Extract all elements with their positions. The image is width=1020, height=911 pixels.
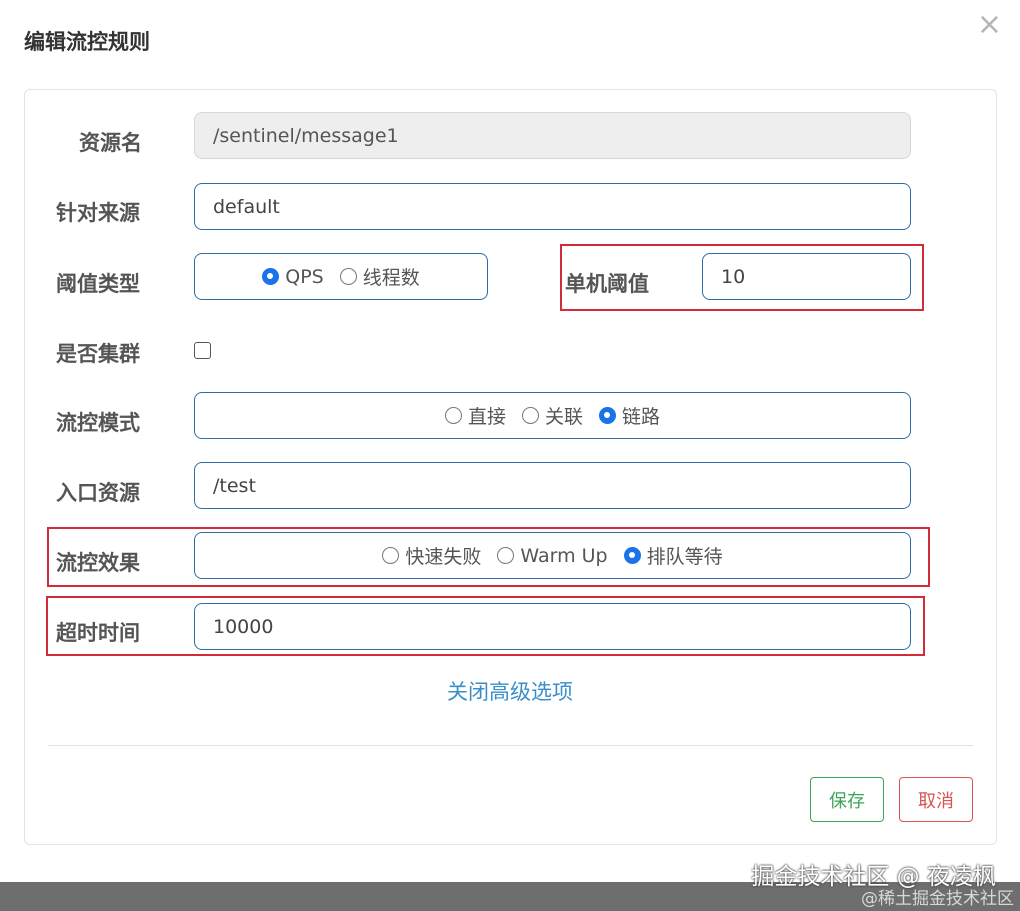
radio-label: QPS bbox=[285, 265, 324, 288]
limit-app-label: 针对来源 bbox=[56, 201, 140, 225]
single-threshold-label: 单机阈值 bbox=[565, 272, 649, 296]
threshold-type-option-qps[interactable]: QPS bbox=[262, 265, 324, 288]
toggle-advanced-options-link[interactable]: 关闭高级选项 bbox=[0, 676, 1020, 706]
radio-label: 快速失败 bbox=[405, 546, 482, 568]
resource-name-input: /sentinel/message1 bbox=[194, 112, 911, 159]
control-behavior-option-warm-up[interactable]: Warm Up bbox=[497, 544, 608, 567]
radio-label: 线程数 bbox=[362, 267, 420, 289]
radio-checked-icon bbox=[599, 407, 616, 424]
flow-mode-label: 流控模式 bbox=[56, 411, 140, 435]
radio-checked-icon bbox=[623, 547, 641, 564]
footer-divider bbox=[48, 745, 973, 746]
timeout-label: 超时时间 bbox=[56, 621, 140, 645]
flow-mode-option-relate[interactable]: 关联 bbox=[521, 402, 583, 429]
radio-unchecked-icon bbox=[339, 268, 357, 285]
flow-mode-option-direct[interactable]: 直接 bbox=[444, 402, 506, 429]
radio-label: 关联 bbox=[544, 406, 583, 428]
threshold-type-radio-group: QPS 线程数 bbox=[194, 253, 488, 300]
radio-unchecked-icon bbox=[382, 547, 400, 564]
cluster-mode-checkbox[interactable] bbox=[194, 342, 211, 359]
timeout-input[interactable]: 10000 bbox=[194, 603, 911, 650]
radio-checked-icon bbox=[262, 268, 280, 285]
entry-resource-input[interactable]: /test bbox=[194, 462, 911, 509]
watermark-site: @稀土掘金技术社区 bbox=[861, 889, 1014, 909]
control-behavior-label: 流控效果 bbox=[56, 551, 140, 575]
entry-resource-label: 入口资源 bbox=[56, 481, 140, 505]
save-button[interactable]: 保存 bbox=[810, 777, 884, 822]
single-threshold-input[interactable]: 10 bbox=[702, 253, 911, 300]
control-behavior-radio-group: 快速失败 Warm Up 排队等待 bbox=[194, 532, 911, 579]
cluster-mode-label: 是否集群 bbox=[56, 342, 140, 366]
cancel-button[interactable]: 取消 bbox=[899, 777, 973, 822]
radio-unchecked-icon bbox=[521, 407, 539, 424]
close-icon[interactable]: × bbox=[977, 10, 1002, 40]
control-behavior-option-fast-fail[interactable]: 快速失败 bbox=[382, 542, 481, 569]
flow-mode-radio-group: 直接 关联 链路 bbox=[194, 392, 911, 439]
edit-flow-rule-dialog: 编辑流控规则 × 资源名 /sentinel/message1 针对来源 def… bbox=[0, 0, 1020, 882]
resource-name-label: 资源名 bbox=[79, 131, 142, 155]
limit-app-input[interactable]: default bbox=[194, 183, 911, 230]
flow-mode-option-chain[interactable]: 链路 bbox=[599, 402, 660, 429]
radio-label: Warm Up bbox=[520, 544, 608, 567]
radio-label: 排队等待 bbox=[646, 546, 723, 568]
threshold-type-label: 阈值类型 bbox=[56, 272, 140, 296]
radio-unchecked-icon bbox=[497, 547, 515, 564]
radio-label: 直接 bbox=[467, 406, 506, 428]
control-behavior-option-queue[interactable]: 排队等待 bbox=[623, 542, 723, 569]
radio-unchecked-icon bbox=[444, 407, 462, 424]
radio-label: 链路 bbox=[622, 406, 661, 428]
dialog-title: 编辑流控规则 bbox=[24, 30, 150, 54]
threshold-type-option-thread[interactable]: 线程数 bbox=[339, 263, 420, 290]
